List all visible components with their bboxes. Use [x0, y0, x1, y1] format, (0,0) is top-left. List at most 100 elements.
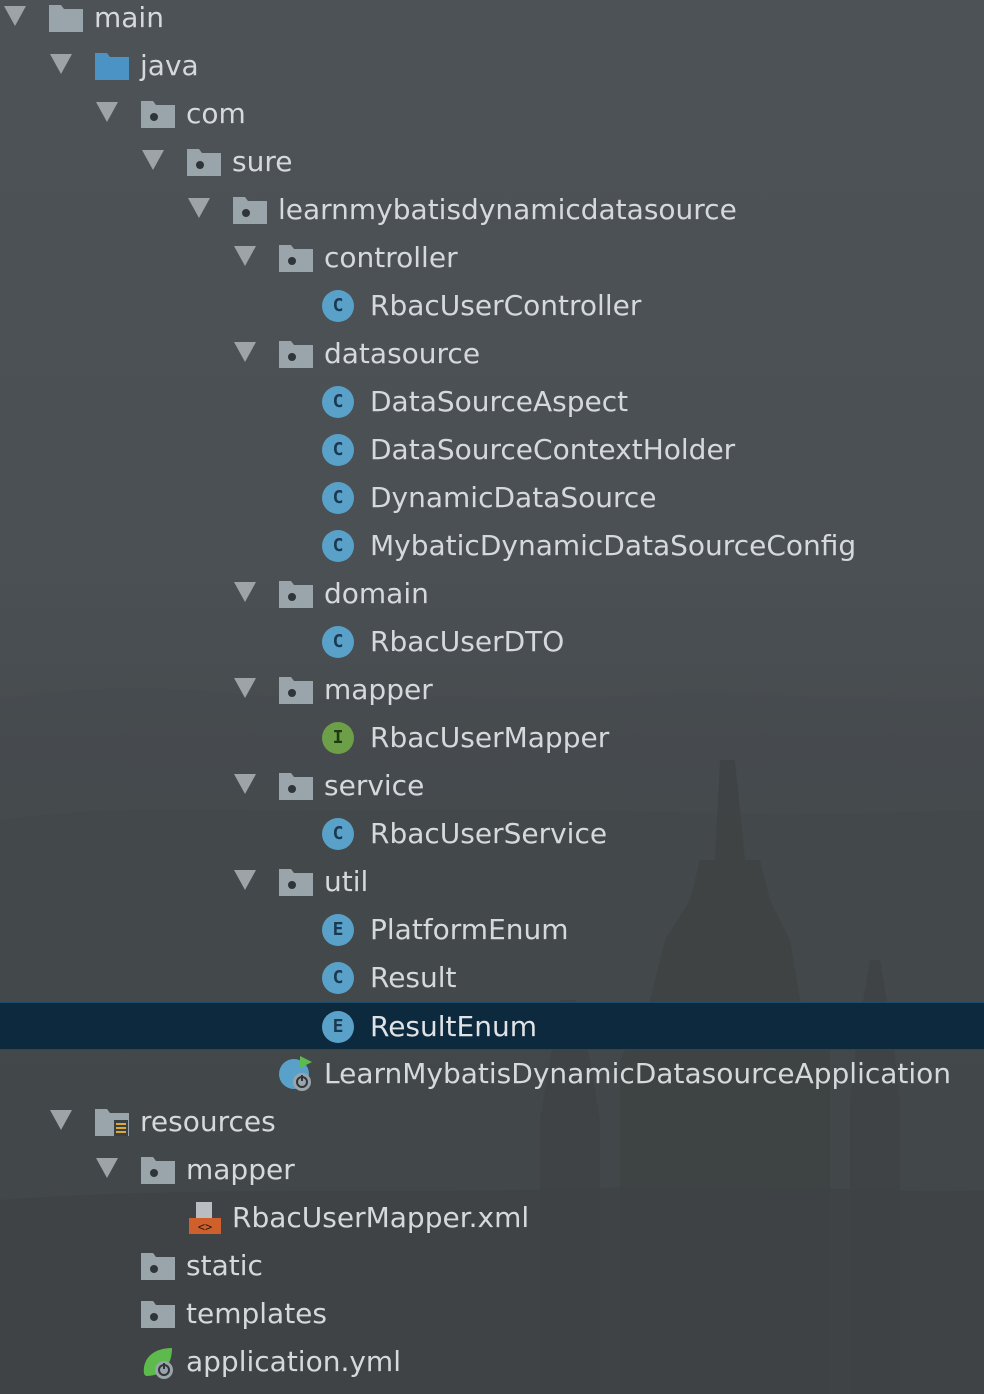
- interface-icon: I: [322, 722, 354, 754]
- folder-icon: [48, 0, 84, 36]
- tree-node-label: util: [324, 865, 369, 898]
- tree-node-label: RbacUserMapper: [370, 721, 610, 754]
- tree-node-label: RbacUserService: [370, 817, 608, 850]
- tree-node-label: RbacUserMapper.xml: [232, 1201, 530, 1234]
- spring-application-icon: [278, 1056, 314, 1092]
- tree-node[interactable]: java: [0, 42, 984, 90]
- tree-node-label: datasource: [324, 337, 481, 370]
- tree-node-label: DataSourceContextHolder: [370, 433, 736, 466]
- tree-node-label: Result: [370, 961, 457, 994]
- tree-node[interactable]: mapper: [0, 666, 984, 714]
- source-folder-icon: [94, 48, 130, 84]
- tree-node[interactable]: E PlatformEnum: [0, 906, 984, 954]
- package-folder-icon: [140, 1296, 176, 1332]
- tree-node-label: controller: [324, 241, 458, 274]
- tree-node[interactable]: main: [0, 0, 984, 42]
- tree-node[interactable]: C RbacUserDTO: [0, 618, 984, 666]
- package-folder-icon: [186, 144, 222, 180]
- tree-node[interactable]: <> RbacUserMapper.xml: [0, 1194, 984, 1242]
- tree-node-label: service: [324, 769, 425, 802]
- tree-node[interactable]: datasource: [0, 330, 984, 378]
- enum-icon: E: [322, 914, 354, 946]
- package-folder-icon: [140, 96, 176, 132]
- tree-node-label: templates: [186, 1297, 327, 1330]
- package-folder-icon: [278, 864, 314, 900]
- tree-node[interactable]: I RbacUserMapper: [0, 714, 984, 762]
- tree-node-label: com: [186, 97, 246, 130]
- tree-node[interactable]: learnmybatisdynamicdatasource: [0, 186, 984, 234]
- class-icon: C: [322, 482, 354, 514]
- expand-arrow-icon[interactable]: [4, 6, 26, 26]
- package-folder-icon: [278, 672, 314, 708]
- expand-arrow-icon[interactable]: [234, 246, 256, 266]
- tree-node-label: mapper: [324, 673, 433, 706]
- tree-node[interactable]: E ResultEnum: [0, 1002, 984, 1050]
- expand-arrow-icon[interactable]: [234, 774, 256, 794]
- tree-node[interactable]: sure: [0, 138, 984, 186]
- svg-text:<>: <>: [198, 1220, 212, 1234]
- tree-node[interactable]: controller: [0, 234, 984, 282]
- tree-node[interactable]: C RbacUserService: [0, 810, 984, 858]
- expand-arrow-icon[interactable]: [50, 1110, 72, 1130]
- class-icon: C: [322, 530, 354, 562]
- tree-node-label: DataSourceAspect: [370, 385, 629, 418]
- tree-node-label: ResultEnum: [370, 1010, 537, 1043]
- expand-arrow-icon[interactable]: [188, 198, 210, 218]
- class-icon: C: [322, 386, 354, 418]
- tree-node-label: java: [140, 49, 199, 82]
- enum-icon: E: [322, 1011, 354, 1043]
- tree-node[interactable]: static: [0, 1242, 984, 1290]
- tree-node-label: main: [94, 1, 164, 34]
- expand-arrow-icon[interactable]: [96, 102, 118, 122]
- xml-file-icon: <>: [186, 1200, 222, 1236]
- tree-node-label: application.yml: [186, 1345, 401, 1378]
- expand-arrow-icon[interactable]: [234, 678, 256, 698]
- expand-arrow-icon[interactable]: [234, 342, 256, 362]
- tree-node-label: learnmybatisdynamicdatasource: [278, 193, 737, 226]
- tree-node[interactable]: C RbacUserController: [0, 282, 984, 330]
- package-folder-icon: [278, 240, 314, 276]
- expand-arrow-icon[interactable]: [142, 150, 164, 170]
- tree-node-label: sure: [232, 145, 293, 178]
- tree-node[interactable]: C DynamicDataSource: [0, 474, 984, 522]
- tree-node-label: resources: [140, 1105, 276, 1138]
- package-folder-icon: [140, 1152, 176, 1188]
- tree-node[interactable]: com: [0, 90, 984, 138]
- tree-node-label: RbacUserController: [370, 289, 642, 322]
- package-folder-icon: [140, 1248, 176, 1284]
- tree-node-label: RbacUserDTO: [370, 625, 565, 658]
- spring-config-icon: [140, 1344, 176, 1380]
- tree-node[interactable]: C MybaticDynamicDataSourceConfig: [0, 522, 984, 570]
- package-folder-icon: [232, 192, 268, 228]
- package-folder-icon: [278, 768, 314, 804]
- tree-node[interactable]: templates: [0, 1290, 984, 1338]
- package-folder-icon: [278, 576, 314, 612]
- class-icon: C: [322, 434, 354, 466]
- class-icon: C: [322, 962, 354, 994]
- tree-node[interactable]: resources: [0, 1098, 984, 1146]
- tree-node-label: DynamicDataSource: [370, 481, 657, 514]
- tree-node-label: mapper: [186, 1153, 295, 1186]
- tree-node[interactable]: util: [0, 858, 984, 906]
- tree-node[interactable]: C DataSourceAspect: [0, 378, 984, 426]
- tree-node[interactable]: domain: [0, 570, 984, 618]
- tree-node[interactable]: C Result: [0, 954, 984, 1002]
- tree-node-label: static: [186, 1249, 263, 1282]
- package-folder-icon: [278, 336, 314, 372]
- tree-node[interactable]: application.yml: [0, 1338, 984, 1386]
- expand-arrow-icon[interactable]: [234, 870, 256, 890]
- tree-node[interactable]: C DataSourceContextHolder: [0, 426, 984, 474]
- expand-arrow-icon[interactable]: [50, 54, 72, 74]
- tree-node[interactable]: LearnMybatisDynamicDatasourceApplication: [0, 1050, 984, 1098]
- tree-node-label: PlatformEnum: [370, 913, 569, 946]
- class-icon: C: [322, 290, 354, 322]
- expand-arrow-icon[interactable]: [234, 582, 256, 602]
- class-icon: C: [322, 818, 354, 850]
- expand-arrow-icon[interactable]: [96, 1158, 118, 1178]
- class-icon: C: [322, 626, 354, 658]
- tree-node[interactable]: mapper: [0, 1146, 984, 1194]
- tree-node-label: MybaticDynamicDataSourceConfig: [370, 529, 857, 562]
- project-tree: main java com sure learnmybatisdynamicdataso…: [0, 0, 984, 1394]
- resources-folder-icon: [94, 1104, 130, 1140]
- tree-node[interactable]: service: [0, 762, 984, 810]
